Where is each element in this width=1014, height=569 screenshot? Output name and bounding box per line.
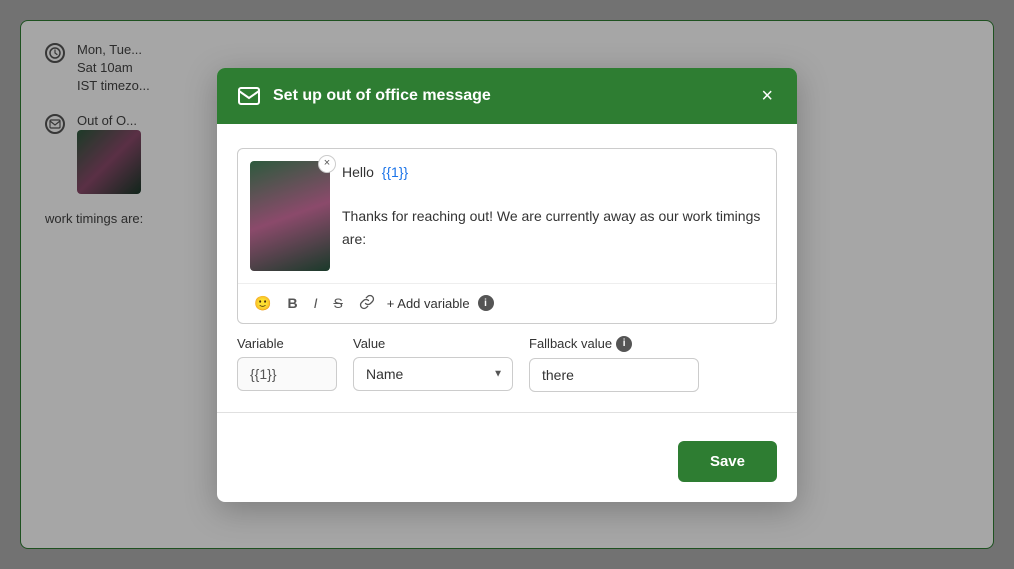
bold-button[interactable]: B (283, 293, 301, 313)
message-content: × Hello {{1}} Thanks for reaching out! W… (238, 149, 776, 283)
message-text-area[interactable]: Hello {{1}} Thanks for reaching out! We … (342, 161, 764, 271)
variable-token: {{1}} (382, 164, 409, 180)
value-label: Value (353, 336, 513, 351)
link-button[interactable] (355, 292, 379, 315)
variable-input[interactable] (237, 357, 337, 391)
fallback-label: Fallback value i (529, 336, 699, 352)
modal-header: Set up out of office message × (217, 68, 797, 124)
email-icon (237, 84, 261, 108)
value-select[interactable]: Name Email Phone Custom (353, 357, 513, 391)
message-image (250, 161, 330, 271)
modal-overlay: Set up out of office message × × Hello {… (0, 0, 1014, 569)
fallback-info-icon: i (616, 336, 632, 352)
strikethrough-button[interactable]: S (329, 293, 346, 313)
value-select-wrapper: Name Email Phone Custom (353, 357, 513, 391)
value-field: Value Name Email Phone Custom (353, 336, 513, 391)
variable-label: Variable (237, 336, 337, 351)
variable-info-icon: i (478, 295, 494, 311)
modal-body: × Hello {{1}} Thanks for reaching out! W… (217, 124, 797, 412)
modal-divider (217, 412, 797, 413)
message-editor: × Hello {{1}} Thanks for reaching out! W… (237, 148, 777, 324)
add-variable-button[interactable]: + Add variable (387, 296, 470, 311)
add-variable-label: + Add variable (387, 296, 470, 311)
close-button[interactable]: × (757, 84, 777, 108)
emoji-button[interactable]: 🙂 (250, 293, 275, 314)
variable-section: Variable Value Name Email Phone Custom (237, 336, 777, 392)
fallback-field: Fallback value i (529, 336, 699, 392)
image-remove-button[interactable]: × (318, 155, 336, 173)
italic-button[interactable]: I (310, 293, 322, 313)
modal-dialog: Set up out of office message × × Hello {… (217, 68, 797, 502)
message-line1: Hello {{1}} (342, 161, 764, 183)
fallback-input[interactable] (529, 358, 699, 392)
message-line2: Thanks for reaching out! We are currentl… (342, 205, 764, 250)
variable-field: Variable (237, 336, 337, 391)
editor-toolbar: 🙂 B I S + Add variable i (238, 283, 776, 323)
modal-footer: Save (217, 429, 797, 502)
message-image-wrapper: × (250, 161, 330, 271)
save-button[interactable]: Save (678, 441, 777, 482)
modal-title: Set up out of office message (273, 87, 745, 105)
